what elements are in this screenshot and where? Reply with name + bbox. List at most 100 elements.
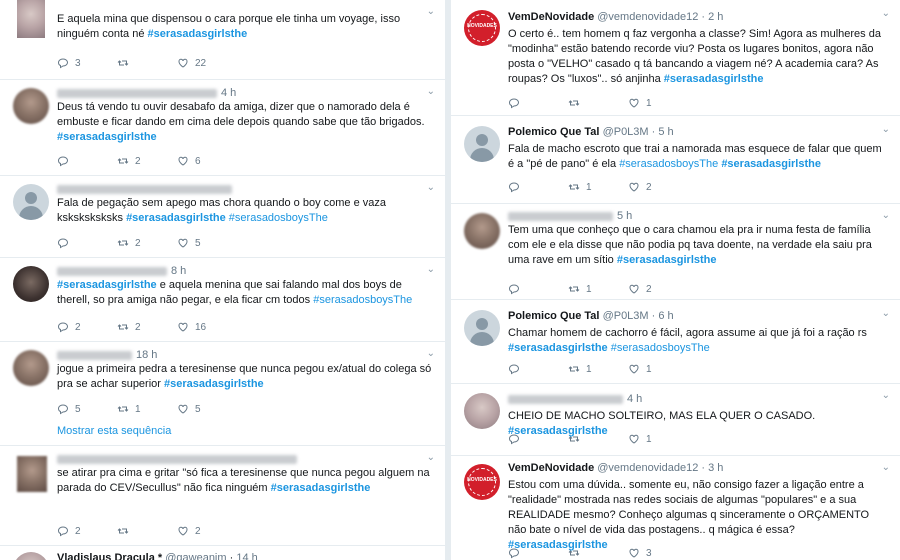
hashtag-link[interactable]: #serasadasgirlsthe [126, 212, 226, 224]
retweet-button[interactable] [117, 57, 177, 69]
reply-button[interactable]: 5 [57, 403, 117, 415]
tweet[interactable]: ⌄ 5 h Tem uma que conheço que o cara cha… [451, 204, 900, 300]
user-name[interactable] [508, 394, 623, 404]
user-name[interactable] [57, 350, 132, 360]
like-button[interactable]: 6 [177, 155, 237, 167]
like-button[interactable]: 2 [628, 283, 688, 295]
user-name[interactable]: Vladislaus Dracula * [57, 552, 162, 560]
user-handle[interactable]: @P0L3M [603, 310, 649, 322]
timestamp[interactable]: 14 h [236, 552, 257, 560]
like-button[interactable]: 2 [628, 181, 688, 193]
retweet-button[interactable]: 2 [117, 237, 177, 249]
like-button[interactable]: 1 [628, 363, 688, 375]
reply-button[interactable] [508, 181, 568, 193]
reply-button[interactable] [57, 155, 117, 167]
retweet-button[interactable]: 2 [117, 155, 177, 167]
user-name[interactable]: Polemico Que Tal [508, 310, 600, 322]
retweet-button[interactable]: 1 [568, 363, 628, 375]
avatar[interactable] [13, 266, 49, 302]
show-thread-link[interactable]: Mostrar esta sequência [57, 425, 171, 437]
tweet[interactable]: ⌄ Fala de pegação sem apego mas chora qu… [0, 176, 445, 258]
reply-button[interactable] [508, 97, 568, 109]
tweet[interactable]: Vladislaus Dracula * @gaweanim · 14 h [0, 546, 445, 560]
hashtag-link[interactable]: #serasadasgirlsthe [508, 342, 608, 354]
timestamp[interactable]: 5 h [658, 126, 673, 138]
hashtag-link[interactable]: #serasadasgirlsthe [721, 158, 821, 170]
reply-button[interactable] [57, 237, 117, 249]
like-button[interactable]: 1 [628, 97, 688, 109]
reply-button[interactable] [508, 363, 568, 375]
tweet[interactable]: ⌄ E aquela mina que dispensou o cara por… [0, 0, 445, 80]
avatar[interactable]: NOVIDADES [464, 10, 500, 46]
hashtag-link[interactable]: #serasadasgirlsthe [617, 254, 717, 266]
timestamp[interactable]: 6 h [658, 310, 673, 322]
reply-button[interactable] [508, 433, 568, 445]
hashtag-link[interactable]: #serasadosboysThe [611, 342, 710, 354]
reply-button[interactable]: 2 [57, 525, 117, 537]
hashtag-link[interactable]: #serasadasgirlsthe [57, 279, 157, 291]
retweet-button[interactable]: 1 [117, 403, 177, 415]
retweet-button[interactable] [117, 525, 177, 537]
avatar[interactable]: NOVIDADES [464, 464, 500, 500]
hashtag-link[interactable]: #serasadosboysThe [619, 158, 718, 170]
tweet[interactable]: NOVIDADES ⌄ VemDeNovidade @vemdenovidade… [451, 456, 900, 560]
like-button[interactable]: 3 [628, 547, 688, 559]
user-name[interactable] [57, 266, 167, 276]
hashtag-link[interactable]: #serasadasgirlsthe [148, 28, 248, 40]
user-handle[interactable]: @gaweanim [165, 552, 226, 560]
hashtag-link[interactable]: #serasadasgirlsthe [664, 73, 764, 85]
hashtag-link[interactable]: #serasadosboysThe [229, 212, 328, 224]
like-button[interactable]: 2 [177, 525, 237, 537]
reply-button[interactable]: 3 [57, 57, 117, 69]
reply-button[interactable] [508, 547, 568, 559]
tweet[interactable]: ⌄ Polemico Que Tal @P0L3M · 6 h Chamar h… [451, 300, 900, 384]
tweet[interactable]: ⌄ se atirar pra cima e gritar "só fica a… [0, 446, 445, 546]
reply-button[interactable]: 2 [57, 321, 117, 333]
like-button[interactable]: 16 [177, 321, 237, 333]
like-button[interactable]: 5 [177, 403, 237, 415]
user-name[interactable] [57, 184, 232, 194]
like-button[interactable]: 1 [628, 433, 688, 445]
timestamp[interactable]: 4 h [627, 393, 642, 405]
tweet[interactable]: ⌄ 4 h CHEIO DE MACHO SOLTEIRO, MAS ELA Q… [451, 384, 900, 456]
reply-button[interactable] [508, 283, 568, 295]
like-button[interactable]: 5 [177, 237, 237, 249]
timestamp[interactable]: 2 h [708, 11, 723, 23]
user-handle[interactable]: @vemdenovidade12 [597, 11, 698, 23]
user-handle[interactable]: @P0L3M [603, 126, 649, 138]
like-button[interactable]: 22 [177, 57, 237, 69]
tweet[interactable]: ⌄ 18 h jogue a primeira pedra a teresine… [0, 342, 445, 446]
user-name[interactable]: Polemico Que Tal [508, 126, 600, 138]
tweet[interactable]: NOVIDADES ⌄ VemDeNovidade @vemdenovidade… [451, 0, 900, 116]
avatar[interactable] [13, 184, 49, 220]
retweet-button[interactable] [568, 547, 628, 559]
hashtag-link[interactable]: #serasadasgirlsthe [57, 131, 157, 143]
user-name[interactable] [57, 88, 217, 98]
retweet-button[interactable] [568, 97, 628, 109]
tweet[interactable]: ⌄ 4 h Deus tá vendo tu ouvir desabafo da… [0, 80, 445, 176]
tweet[interactable]: ⌄ Polemico Que Tal @P0L3M · 5 h Fala de … [451, 116, 900, 204]
avatar[interactable] [13, 350, 49, 386]
avatar[interactable] [17, 0, 45, 38]
hashtag-link[interactable]: #serasadasgirlsthe [164, 378, 264, 390]
tweet[interactable]: ⌄ 8 h #serasadasgirlsthe e aquela menina… [0, 258, 445, 342]
avatar[interactable] [464, 393, 500, 429]
user-name[interactable] [57, 454, 297, 464]
user-name[interactable]: VemDeNovidade [508, 462, 594, 474]
retweet-button[interactable]: 2 [117, 321, 177, 333]
timestamp[interactable]: 3 h [708, 462, 723, 474]
user-handle[interactable]: @vemdenovidade12 [597, 462, 698, 474]
avatar[interactable] [464, 126, 500, 162]
user-name[interactable] [508, 211, 613, 221]
timestamp[interactable]: 5 h [617, 210, 632, 222]
user-name[interactable]: VemDeNovidade [508, 11, 594, 23]
timestamp[interactable]: 8 h [171, 265, 186, 277]
hashtag-link[interactable]: #serasadasgirlsthe [271, 482, 371, 494]
avatar[interactable] [464, 213, 500, 249]
avatar[interactable] [13, 552, 49, 560]
avatar[interactable] [17, 456, 47, 492]
hashtag-link[interactable]: #serasadosboysThe [313, 294, 412, 306]
avatar[interactable] [464, 310, 500, 346]
retweet-button[interactable]: 1 [568, 181, 628, 193]
timestamp[interactable]: 4 h [221, 87, 236, 99]
